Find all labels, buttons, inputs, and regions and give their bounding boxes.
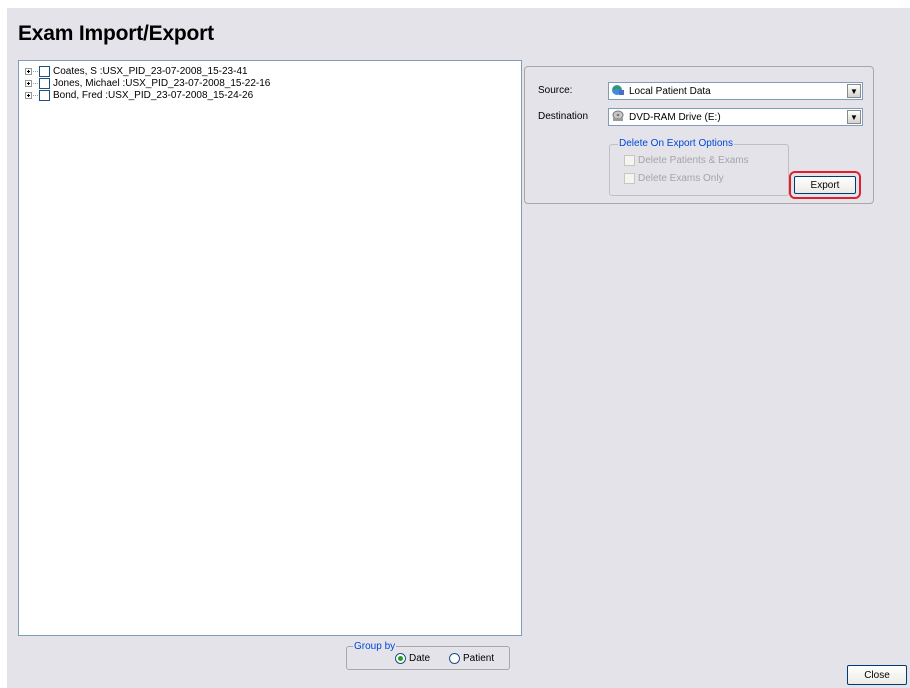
destination-select[interactable]: DVD-RAM Drive (E:) ▼ (608, 108, 863, 126)
export-button[interactable]: Export (794, 176, 856, 194)
delete-patients-exams-checkbox (624, 155, 635, 166)
tree-item-label: Coates, S :USX_PID_23-07-2008_15-23-41 (53, 65, 248, 77)
delete-exams-only-checkbox (624, 173, 635, 184)
source-select[interactable]: Local Patient Data ▼ (608, 82, 863, 100)
group-by-legend: Group by (353, 641, 397, 652)
tree-item-checkbox[interactable] (39, 89, 50, 101)
group-by-patient-option[interactable]: Patient (449, 653, 494, 664)
group-by-date-label: Date (409, 653, 431, 664)
delete-exams-only-label: Delete Exams Only (638, 173, 724, 184)
destination-value: DVD-RAM Drive (E:) (629, 111, 721, 123)
delete-patients-exams-label: Delete Patients & Exams (638, 155, 749, 166)
tree-item[interactable]: Coates, S :USX_PID_23-07-2008_15-23-41 (25, 65, 248, 77)
group-by-patient-radio[interactable] (449, 653, 460, 664)
page-title: Exam Import/Export (18, 22, 214, 45)
expand-icon[interactable] (25, 79, 32, 87)
export-settings-panel: Source: Local Patient Data ▼ Destination… (524, 66, 874, 204)
expand-icon[interactable] (25, 91, 32, 99)
tree-connector (33, 94, 38, 96)
dvd-drive-icon (611, 110, 625, 125)
delete-options-legend: Delete On Export Options (618, 138, 734, 149)
delete-options-group: Delete On Export Options Delete Patients… (609, 138, 789, 196)
group-by-date-option[interactable]: Date (395, 653, 430, 664)
tree-item-label: Jones, Michael :USX_PID_23-07-2008_15-22… (53, 77, 271, 89)
tree-item-checkbox[interactable] (39, 77, 50, 89)
group-by-date-radio[interactable] (395, 653, 406, 664)
patient-tree[interactable]: Coates, S :USX_PID_23-07-2008_15-23-41 J… (18, 60, 522, 636)
group-by-patient-label: Patient (463, 653, 495, 664)
destination-label: Destination (538, 111, 589, 122)
expand-icon[interactable] (25, 67, 32, 75)
tree-item-checkbox[interactable] (39, 65, 50, 77)
globe-database-icon (611, 84, 625, 99)
delete-patients-exams-option: Delete Patients & Exams (624, 155, 749, 166)
exam-import-export-window: Exam Import/Export Coates, S :USX_PID_23… (7, 8, 910, 688)
tree-connector (33, 70, 38, 72)
export-highlight: Export (789, 171, 861, 199)
tree-item[interactable]: Bond, Fred :USX_PID_23-07-2008_15-24-26 (25, 89, 253, 101)
tree-item[interactable]: Jones, Michael :USX_PID_23-07-2008_15-22… (25, 77, 270, 89)
tree-connector (33, 82, 38, 84)
delete-exams-only-option: Delete Exams Only (624, 173, 724, 184)
tree-item-label: Bond, Fred :USX_PID_23-07-2008_15-24-26 (53, 89, 254, 101)
group-by-group: Group by Date Patient (346, 641, 510, 670)
chevron-down-icon[interactable]: ▼ (847, 110, 861, 124)
close-button[interactable]: Close (847, 665, 907, 685)
source-label: Source: (538, 85, 573, 96)
source-value: Local Patient Data (629, 85, 711, 97)
chevron-down-icon[interactable]: ▼ (847, 84, 861, 98)
